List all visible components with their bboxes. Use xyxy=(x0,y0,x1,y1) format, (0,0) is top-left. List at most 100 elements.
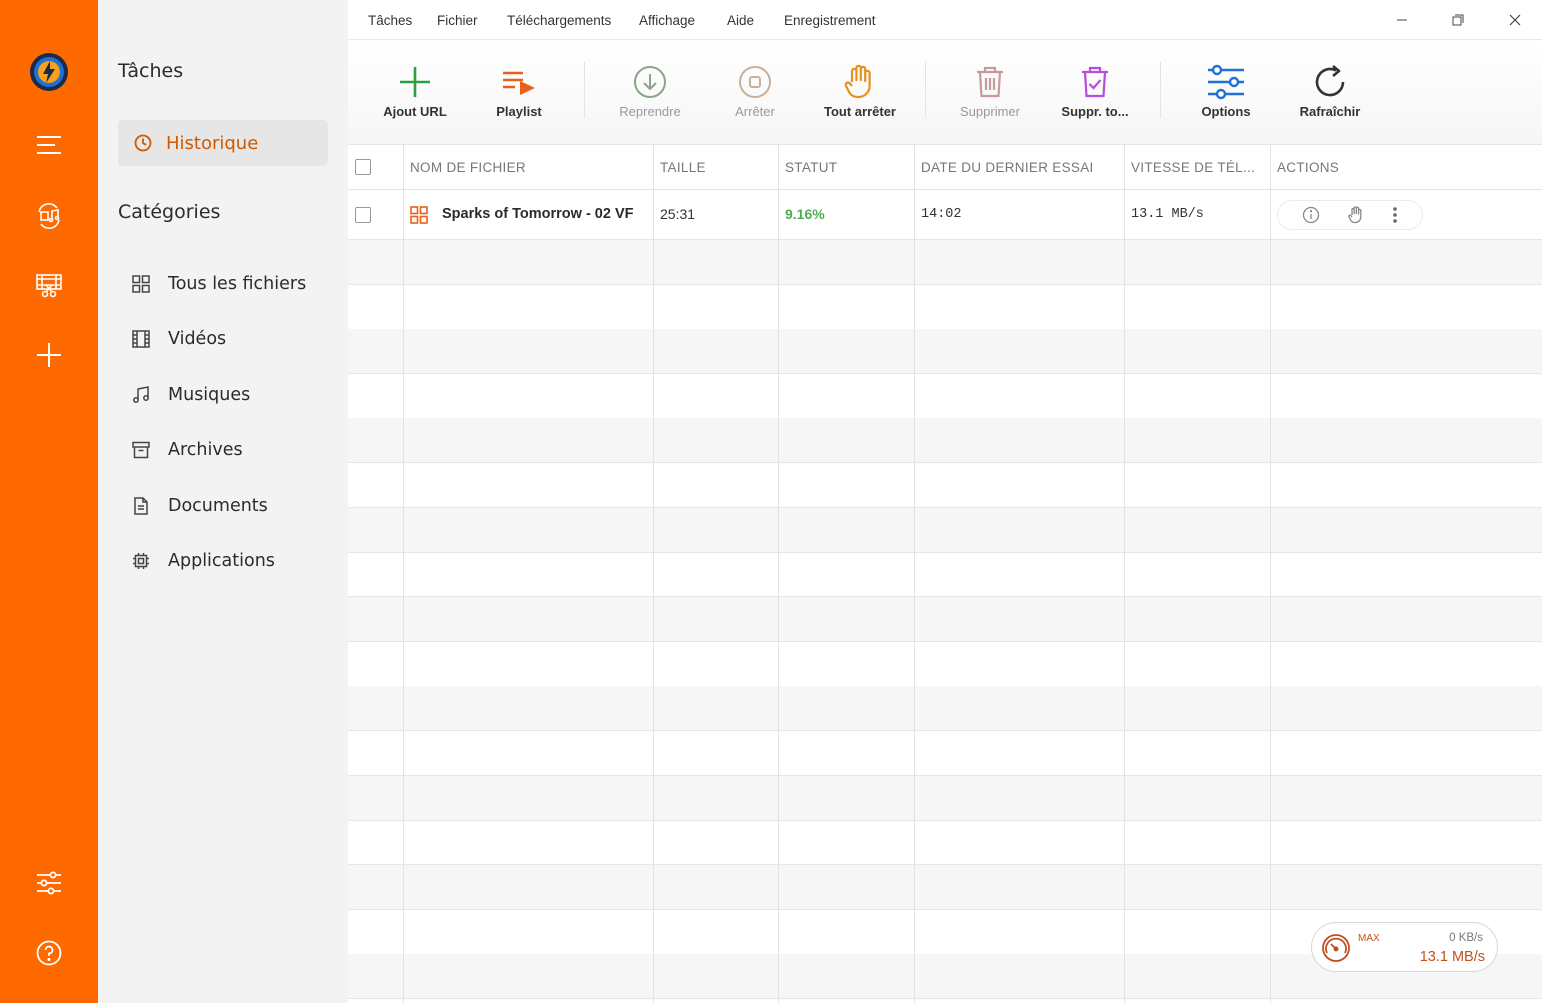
refresh-icon xyxy=(1315,65,1345,97)
speedometer-icon xyxy=(1322,934,1350,962)
row-checkbox[interactable] xyxy=(355,207,371,223)
select-all-checkbox[interactable] xyxy=(355,159,371,175)
trash-check-icon xyxy=(1082,66,1108,98)
video-cut-icon[interactable] xyxy=(29,265,69,305)
table-row-empty xyxy=(348,731,1542,776)
file-name-cell: Sparks of Tomorrow - 02 VF xyxy=(404,190,654,239)
restore-icon[interactable] xyxy=(1443,8,1473,32)
table-row-empty xyxy=(348,642,1542,687)
more-vertical-icon[interactable] xyxy=(1392,206,1398,224)
table-row-empty xyxy=(348,552,1542,597)
playlist-icon xyxy=(503,71,535,95)
app-logo-icon[interactable] xyxy=(29,52,69,92)
table-row-empty xyxy=(348,240,1542,285)
menu-register[interactable]: Enregistrement xyxy=(784,13,876,28)
toolbar-separator xyxy=(925,62,926,118)
column-divider xyxy=(653,145,654,1003)
column-divider xyxy=(403,145,404,1003)
grid-icon xyxy=(132,275,150,293)
max-label: MAX xyxy=(1358,933,1380,944)
category-label: Musiques xyxy=(168,385,251,405)
sidebar-item-music[interactable]: Musiques xyxy=(132,380,250,410)
table-row-empty xyxy=(348,374,1542,419)
column-header-filename[interactable]: NOM DE FICHIER xyxy=(404,145,654,190)
archive-box-icon xyxy=(132,441,150,459)
menu-downloads[interactable]: Téléchargements xyxy=(507,13,611,28)
column-header-speed[interactable]: VITESSE DE TÉL... xyxy=(1125,145,1270,190)
info-icon[interactable] xyxy=(1302,206,1320,224)
category-label: Archives xyxy=(168,440,243,460)
settings-sliders-icon[interactable] xyxy=(29,863,69,903)
add-url-button[interactable]: Ajout URL xyxy=(370,62,460,126)
hand-stop-icon xyxy=(844,64,871,99)
history-label: Historique xyxy=(166,132,259,154)
column-header-size[interactable]: TAILLE xyxy=(654,145,779,190)
stop-circle-icon xyxy=(739,66,771,98)
music-convert-icon[interactable] xyxy=(29,196,69,236)
playlist-button[interactable]: Playlist xyxy=(474,62,564,126)
column-header-status[interactable]: STATUT xyxy=(779,145,915,190)
sidebar-item-history[interactable]: Historique xyxy=(118,120,328,166)
categories-title: Catégories xyxy=(118,201,221,223)
hamburger-menu-icon[interactable] xyxy=(29,125,69,165)
table-row-empty xyxy=(348,686,1542,731)
column-header-actions[interactable]: ACTIONS xyxy=(1271,145,1471,190)
download-speed: 13.1 MB/s xyxy=(1419,949,1485,965)
help-icon[interactable] xyxy=(29,933,69,973)
plus-icon xyxy=(400,67,430,97)
delete-all-button[interactable]: Suppr. to... xyxy=(1050,62,1140,126)
options-button[interactable]: Options xyxy=(1181,62,1271,126)
status-cell: 9.16% xyxy=(785,206,825,222)
film-icon xyxy=(132,330,150,348)
minimize-icon[interactable] xyxy=(1387,8,1417,32)
grid-icon xyxy=(410,205,428,224)
refresh-button[interactable]: Rafraîchir xyxy=(1285,62,1375,126)
stop-all-button[interactable]: Tout arrêter xyxy=(815,62,905,126)
table-row-empty xyxy=(348,463,1542,508)
downloads-table: NOM DE FICHIER TAILLE STATUT DATE DU DER… xyxy=(348,145,1542,1003)
sidebar-item-applications[interactable]: Applications xyxy=(132,546,275,576)
menu-view[interactable]: Affichage xyxy=(639,13,695,28)
music-note-icon xyxy=(133,386,149,403)
menu-tasks[interactable]: Tâches xyxy=(368,13,412,28)
menu-help[interactable]: Aide xyxy=(727,13,754,28)
sidebar-item-archives[interactable]: Archives xyxy=(132,435,243,465)
table-row-empty xyxy=(348,508,1542,553)
sliders-icon xyxy=(1208,64,1244,100)
table-row-empty xyxy=(348,820,1542,865)
resume-button[interactable]: Reprendre xyxy=(605,62,695,126)
table-row-empty xyxy=(348,285,1542,330)
toolbar-separator xyxy=(1160,62,1161,118)
table-row-empty xyxy=(348,418,1542,463)
table-row-empty xyxy=(348,329,1542,374)
chip-icon xyxy=(133,553,149,569)
sidebar-item-all-files[interactable]: Tous les fichiers xyxy=(132,269,306,299)
table-header: NOM DE FICHIER TAILLE STATUT DATE DU DER… xyxy=(348,145,1542,190)
table-row-empty xyxy=(348,597,1542,642)
sidebar-item-documents[interactable]: Documents xyxy=(132,491,268,521)
column-divider xyxy=(778,145,779,1003)
last-attempt-cell: 14:02 xyxy=(921,207,962,222)
table-row[interactable]: Sparks of Tomorrow - 02 VF 25:31 9.16% 1… xyxy=(348,190,1542,240)
document-icon xyxy=(134,497,148,515)
hand-stop-icon[interactable] xyxy=(1347,206,1365,224)
speed-limit-widget[interactable]: MAX 0 KB/s 13.1 MB/s xyxy=(1311,922,1498,972)
row-actions xyxy=(1277,200,1423,230)
category-label: Documents xyxy=(168,496,268,516)
toolbar-separator xyxy=(584,62,585,118)
main-area: Tâches Fichier Téléchargements Affichage… xyxy=(348,0,1542,1003)
sidebar-item-videos[interactable]: Vidéos xyxy=(132,324,226,354)
tasks-title: Tâches xyxy=(118,60,184,82)
delete-button[interactable]: Supprimer xyxy=(945,62,1035,126)
column-divider xyxy=(914,145,915,1003)
category-label: Applications xyxy=(168,551,275,571)
category-label: Tous les fichiers xyxy=(168,274,307,294)
close-icon[interactable] xyxy=(1500,8,1530,32)
size-cell: 25:31 xyxy=(660,206,696,222)
column-header-last-attempt[interactable]: DATE DU DERNIER ESSAI xyxy=(915,145,1125,190)
plus-icon[interactable] xyxy=(29,335,69,375)
stop-button[interactable]: Arrêter xyxy=(710,62,800,126)
column-divider xyxy=(1270,145,1271,1003)
category-label: Vidéos xyxy=(168,329,227,349)
menu-file[interactable]: Fichier xyxy=(437,13,478,28)
